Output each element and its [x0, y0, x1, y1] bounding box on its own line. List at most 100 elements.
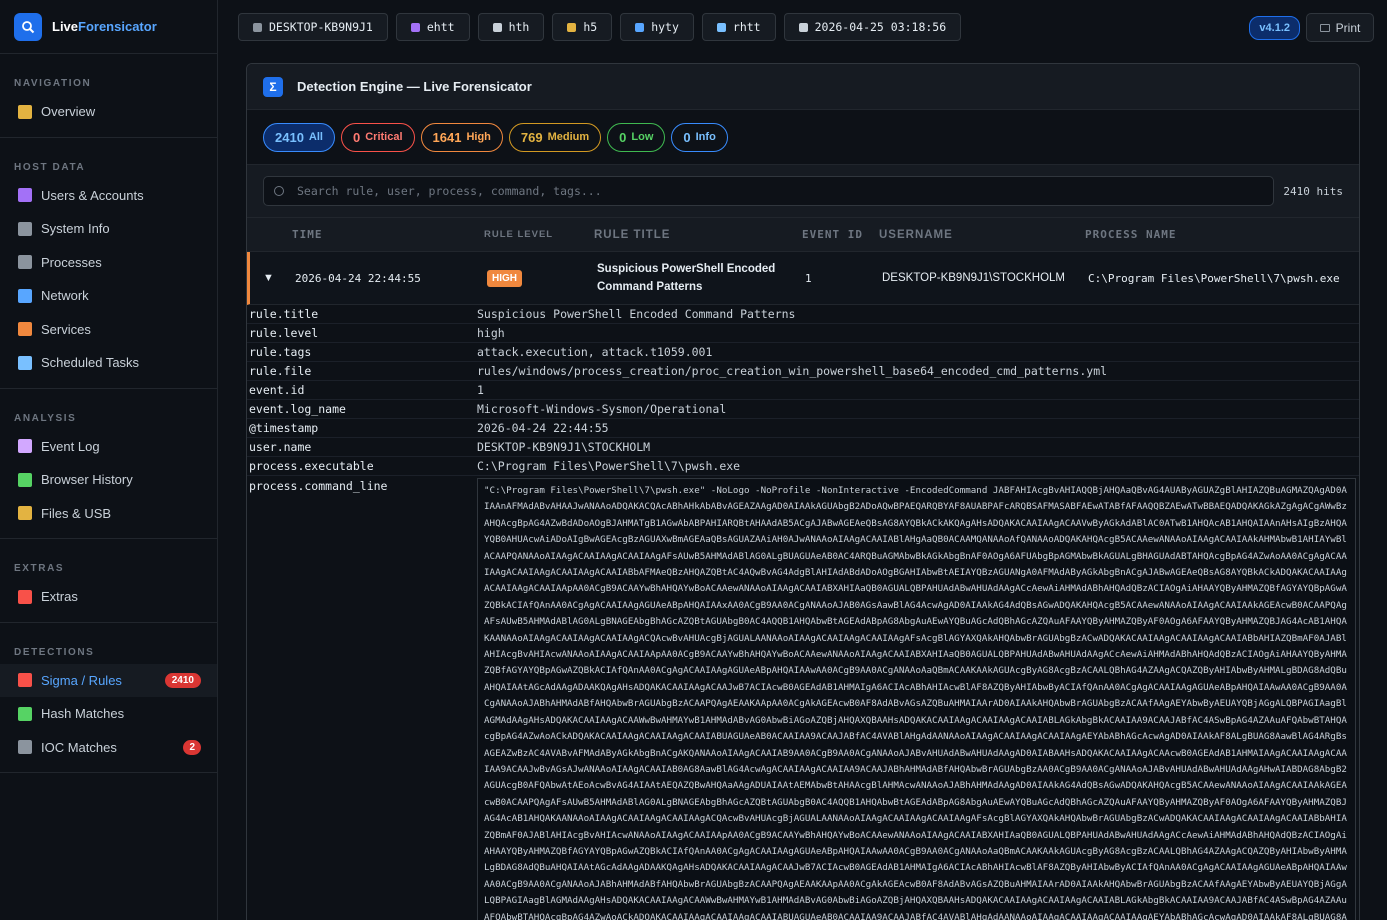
panel-title: Detection Engine — Live Forensicator — [297, 79, 532, 94]
computer-icon — [253, 22, 262, 32]
search-row: Search rule, user, process, command, tag… — [247, 164, 1359, 218]
host-chip: ehtt — [395, 13, 470, 41]
host-chip: rhtt — [701, 13, 776, 41]
rule-level-badge: HIGH — [487, 269, 522, 287]
sidebar-item-event-log[interactable]: Event Log — [0, 430, 217, 464]
sidebar-item-files-usb[interactable]: Files & USB — [0, 497, 217, 531]
panel-header: Σ Detection Engine — Live Forensicator — [247, 64, 1359, 110]
filter-label: Medium — [547, 131, 590, 143]
detail-key: @timestamp — [249, 421, 319, 435]
filter-all[interactable]: 2410 All — [263, 122, 335, 152]
sidebar-item-hash-matches[interactable]: Hash Matches — [0, 697, 217, 731]
warning-icon — [18, 673, 32, 688]
sidebar-item-services[interactable]: Services — [0, 313, 217, 347]
brand[interactable]: LiveForensicator — [0, 0, 217, 54]
nav-section-title: HOST DATA — [14, 161, 86, 173]
sidebar-item-system-info[interactable]: System Info — [0, 212, 217, 246]
host-chip-text: h5 — [583, 20, 598, 34]
detail-key: process.command_line — [249, 479, 388, 493]
filter-high[interactable]: 1641 High — [420, 122, 503, 152]
sidebar-item-processes[interactable]: Processes — [0, 246, 217, 280]
count-badge: 2 — [183, 739, 201, 755]
search-input[interactable]: Search rule, user, process, command, tag… — [263, 176, 1275, 206]
detail-value: Suspicious PowerShell Encoded Command Pa… — [477, 307, 796, 321]
filter-low[interactable]: 0 Low — [607, 122, 666, 152]
column-process-name[interactable]: PROCESS NAME — [1085, 228, 1359, 241]
detail-row: process.executable C:\Program Files\Power… — [247, 457, 1359, 476]
filter-count: 0 — [683, 129, 691, 145]
host-chip-text: hth — [508, 20, 530, 34]
column-event-id[interactable]: EVENT ID — [802, 228, 879, 241]
sidebar-item-label: System Info — [41, 221, 110, 237]
globe-icon — [18, 288, 32, 303]
gear-icon — [18, 255, 32, 270]
severity-filters: 2410 All 0 Critical 1641 High 769 Medium 0 Low 0 In… — [247, 110, 1359, 164]
host-chip: h5 — [552, 13, 613, 41]
nav-section: ANALYSIS Event Log Browser History Files & … — [0, 389, 217, 539]
detail-key: user.name — [249, 440, 312, 454]
toolbox-icon — [18, 589, 32, 604]
search-icon — [14, 12, 42, 41]
clock-icon — [798, 22, 808, 32]
host-chip: hyty — [620, 13, 694, 41]
column-username[interactable]: USERNAME — [879, 229, 1085, 241]
event-detail: rule.title Suspicious PowerShell Encoded … — [247, 305, 1359, 476]
column-rule-level[interactable]: RULE LEVEL — [484, 229, 594, 240]
globe-icon — [18, 472, 32, 487]
host-chip: DESKTOP-KB9N9J1 — [238, 13, 388, 41]
nav-section-title: ANALYSIS — [14, 412, 77, 424]
detail-value: 1 — [477, 383, 484, 397]
nav-section: HOST DATA Users & Accounts System Info Proc… — [0, 138, 217, 389]
sidebar-item-label: Extras — [41, 589, 78, 605]
filter-count: 769 — [520, 129, 543, 145]
filter-critical[interactable]: 0 Critical — [340, 122, 415, 152]
calendar-icon — [18, 355, 32, 370]
topbar: DESKTOP-KB9N9J1 ehtt hth h5 hyty rhtt 2026-04-… — [218, 0, 1387, 54]
detail-value: rules/windows/process_creation/proc_crea… — [477, 364, 1108, 378]
print-button[interactable]: Print — [1306, 13, 1374, 42]
detail-key: event.log_name — [249, 402, 346, 416]
document-icon — [492, 22, 502, 32]
filter-count: 0 — [619, 129, 627, 145]
host-chip-text: 2026-04-25 03:18:56 — [814, 20, 947, 34]
nav-section-title: NAVIGATION — [14, 78, 92, 89]
table-row[interactable]: ▼ 2026-04-24 22:44:55 HIGH Suspicious Po… — [247, 252, 1359, 305]
filter-label: High — [466, 131, 491, 143]
sidebar-item-extras[interactable]: Extras — [0, 580, 217, 614]
sidebar-item-label: Event Log — [41, 438, 100, 454]
host-chip-text: ehtt — [426, 20, 455, 34]
sidebar-item-sigma-rules[interactable]: Sigma / Rules 2410 — [0, 663, 217, 697]
detail-key: rule.title — [249, 307, 319, 321]
collapse-toggle-icon[interactable]: ▼ — [250, 272, 295, 284]
detail-command-line: process.command_line "C:\Program Files\P… — [247, 476, 1359, 920]
filter-count: 0 — [352, 129, 361, 145]
bug-icon — [18, 706, 32, 721]
host-chip-text: hyty — [651, 20, 679, 34]
sidebar-item-overview[interactable]: Overview — [0, 95, 217, 129]
sidebar-item-users-accounts[interactable]: Users & Accounts — [0, 179, 217, 213]
detail-key: rule.level — [249, 326, 319, 340]
filter-medium[interactable]: 769 Medium — [508, 122, 602, 152]
row-time: 2026-04-24 22:44:55 — [295, 271, 421, 285]
search-placeholder: Search rule, user, process, command, tag… — [297, 184, 602, 198]
sidebar-item-ioc-matches[interactable]: IOC Matches 2 — [0, 731, 217, 765]
detail-value: 2026-04-24 22:44:55 — [477, 421, 609, 435]
detail-key: event.id — [249, 383, 305, 397]
filter-label: Info — [695, 131, 716, 143]
brand-name: LiveForensicator — [52, 19, 157, 34]
sidebar-item-scheduled-tasks[interactable]: Scheduled Tasks — [0, 346, 217, 380]
user-icon — [410, 22, 420, 32]
filter-label: All — [308, 131, 323, 143]
table-header: TIME RULE LEVEL RULE TITLE EVENT ID USER… — [247, 218, 1359, 252]
filter-info[interactable]: 0 Info — [671, 122, 728, 152]
sidebar-item-network[interactable]: Network — [0, 279, 217, 313]
sigma-icon: Σ — [263, 76, 283, 97]
column-rule-title[interactable]: RULE TITLE — [594, 226, 802, 244]
command-line-value[interactable]: "C:\Program Files\PowerShell\7\pwsh.exe"… — [477, 478, 1356, 920]
link-icon — [18, 740, 32, 755]
column-time[interactable]: TIME — [292, 228, 484, 241]
host-info-chips: DESKTOP-KB9N9J1 ehtt hth h5 hyty rhtt 2026-04-… — [238, 13, 969, 41]
nav-section-title: EXTRAS — [14, 563, 65, 574]
sidebar-item-browser-history[interactable]: Browser History — [0, 463, 217, 497]
detail-key: rule.file — [249, 364, 312, 378]
